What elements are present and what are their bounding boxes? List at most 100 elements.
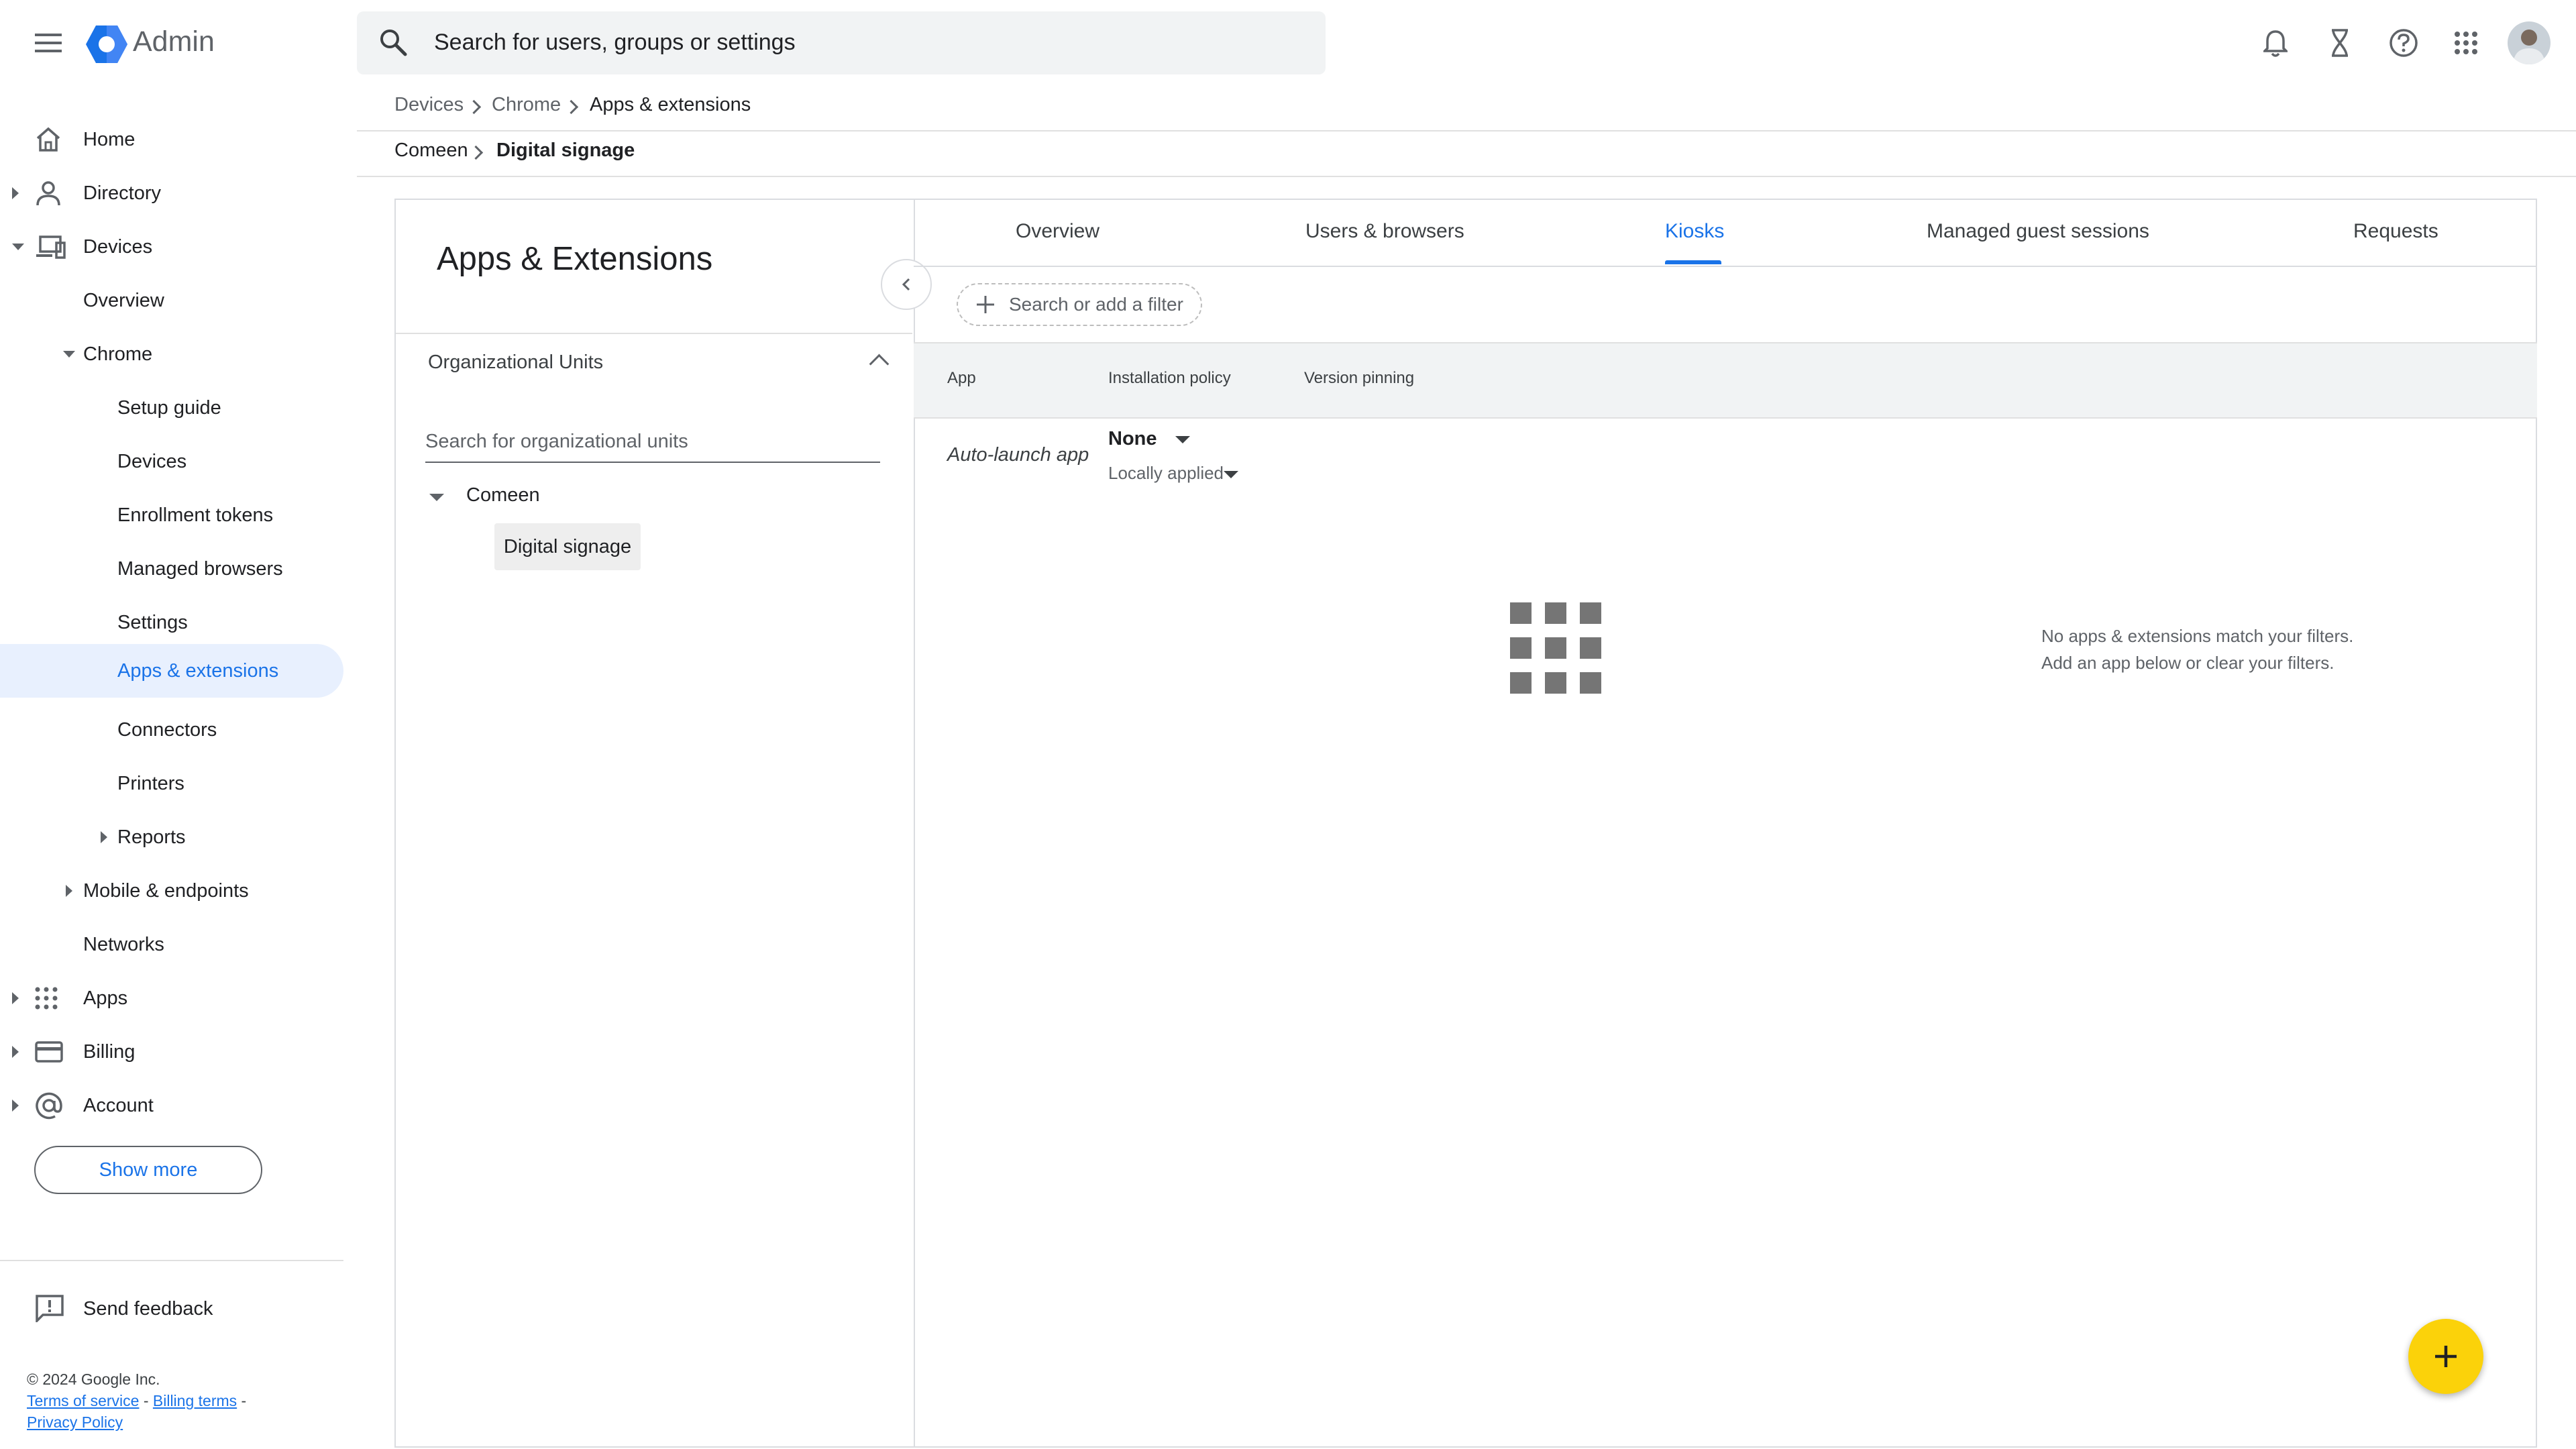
main-menu-icon[interactable] — [27, 21, 70, 64]
terms-of-service-link[interactable]: Terms of service — [27, 1392, 139, 1409]
chevron-up-icon[interactable] — [869, 354, 890, 374]
breadcrumb: Devices Chrome Apps & extensions — [357, 93, 2576, 131]
privacy-policy-link[interactable]: Privacy Policy — [27, 1413, 123, 1431]
apps-grid-icon — [35, 987, 58, 1010]
sidebar-item-devices[interactable]: Devices — [0, 220, 343, 274]
auto-launch-app-label: Auto-launch app — [947, 444, 1089, 466]
expand-arrow-icon[interactable] — [12, 187, 19, 199]
expand-arrow-icon[interactable] — [12, 1046, 19, 1058]
installation-policy-dropdown[interactable]: None — [1108, 428, 1157, 450]
devices-icon — [35, 235, 66, 259]
global-search[interactable]: Search for users, groups or settings — [357, 11, 1326, 74]
sidebar-item-networks[interactable]: Networks — [0, 918, 343, 971]
ou-breadcrumb: Comeen Digital signage — [357, 138, 2576, 177]
expand-arrow-icon[interactable] — [66, 885, 72, 897]
chevron-left-icon — [902, 278, 910, 291]
sidebar-item-reports[interactable]: Reports — [0, 810, 343, 864]
person-icon — [35, 180, 62, 207]
main-card: Apps & Extensions Organizational Units S… — [394, 199, 2537, 1448]
tab-managed-guest-sessions[interactable]: Managed guest sessions — [1927, 220, 2149, 243]
sidebar-item-label: Connectors — [117, 718, 217, 741]
sidebar-item-apps[interactable]: Apps — [0, 971, 343, 1025]
collapse-arrow-icon[interactable] — [429, 494, 444, 501]
dropdown-arrow-icon[interactable] — [1224, 471, 1238, 478]
sidebar-item-chrome-devices[interactable]: Devices — [0, 435, 343, 488]
sidebar-item-overview[interactable]: Overview — [0, 274, 343, 327]
chevron-right-icon — [564, 99, 579, 115]
sidebar-item-label: Apps — [83, 987, 128, 1009]
search-input[interactable]: Search for users, groups or settings — [434, 30, 796, 56]
tab-bar: Overview Users & browsers Kiosks Managed… — [914, 200, 2537, 267]
billing-terms-link[interactable]: Billing terms — [153, 1392, 237, 1409]
tab-users-browsers[interactable]: Users & browsers — [1305, 220, 1464, 243]
avatar[interactable] — [2508, 21, 2551, 64]
sidebar-item-label: Reports — [117, 826, 186, 848]
ou-search-input[interactable]: Search for organizational units — [425, 428, 880, 463]
app-name[interactable]: Admin — [133, 25, 215, 58]
sidebar-item-label: Overview — [83, 289, 164, 311]
footer-separator: - — [143, 1392, 149, 1409]
ou-tree-item-selected[interactable]: Digital signage — [494, 523, 641, 570]
expand-arrow-icon[interactable] — [12, 992, 19, 1004]
sidebar-item-account[interactable]: Account — [0, 1079, 343, 1132]
filter-placeholder: Search or add a filter — [1009, 294, 1183, 315]
sidebar-item-chrome[interactable]: Chrome — [0, 327, 343, 381]
sidebar-item-connectors[interactable]: Connectors — [0, 703, 343, 757]
empty-state-line-1: No apps & extensions match your filters. — [2041, 626, 2354, 646]
filter-search-chip[interactable]: Search or add a filter — [957, 283, 1202, 326]
tab-kiosks[interactable]: Kiosks — [1665, 220, 1724, 243]
sidebar-item-managed-browsers[interactable]: Managed browsers — [0, 542, 343, 596]
breadcrumb-comeen[interactable]: Comeen — [394, 140, 468, 162]
tab-requests[interactable]: Requests — [2353, 220, 2438, 243]
sidebar-item-settings[interactable]: Settings — [0, 596, 343, 649]
collapse-arrow-icon[interactable] — [12, 244, 24, 250]
breadcrumb-digital-signage: Digital signage — [496, 140, 635, 161]
sidebar-item-label: Mobile & endpoints — [83, 879, 249, 902]
sidebar-item-apps-extensions[interactable]: Apps & extensions — [0, 644, 343, 698]
chevron-right-icon — [466, 99, 482, 115]
sidebar-item-label: Apps & extensions — [117, 659, 279, 682]
sidebar-item-directory[interactable]: Directory — [0, 166, 343, 220]
ou-tree-root[interactable]: Comeen — [466, 484, 540, 506]
table-header: App Installation policy Version pinning — [914, 342, 2537, 419]
sidebar-item-mobile-endpoints[interactable]: Mobile & endpoints — [0, 864, 343, 918]
sidebar-item-home[interactable]: Home — [0, 113, 343, 166]
tab-overview[interactable]: Overview — [1016, 220, 1099, 243]
ou-search-placeholder: Search for organizational units — [425, 431, 688, 452]
collapse-arrow-icon[interactable] — [63, 351, 75, 358]
apps-grid-icon[interactable] — [2445, 21, 2487, 64]
notifications-icon[interactable] — [2254, 21, 2297, 64]
footer-separator: - — [241, 1392, 247, 1409]
sidebar-item-label: Chrome — [83, 343, 153, 365]
show-more-button[interactable]: Show more — [34, 1146, 262, 1194]
sidebar-item-enrollment-tokens[interactable]: Enrollment tokens — [0, 488, 343, 542]
active-tab-indicator — [1665, 260, 1721, 264]
help-icon[interactable] — [2382, 21, 2425, 64]
home-icon — [35, 127, 62, 152]
send-feedback-button[interactable]: Send feedback — [0, 1285, 343, 1332]
ou-section-header[interactable]: Organizational Units — [428, 352, 603, 374]
expand-arrow-icon[interactable] — [101, 831, 107, 843]
expand-arrow-icon[interactable] — [12, 1099, 19, 1112]
admin-logo-icon[interactable] — [86, 24, 127, 64]
sidebar-nav: Home Directory Devices Overview Chrome S… — [0, 101, 343, 1449]
sidebar-item-label: Managed browsers — [117, 557, 283, 580]
column-header-installation-policy: Installation policy — [1108, 369, 1231, 387]
dropdown-arrow-icon[interactable] — [1175, 436, 1190, 443]
sidebar-item-billing[interactable]: Billing — [0, 1025, 343, 1079]
policy-source-dropdown[interactable]: Locally applied — [1108, 463, 1224, 484]
feedback-icon — [35, 1294, 64, 1322]
breadcrumb-chrome[interactable]: Chrome — [492, 94, 561, 116]
sidebar-item-setup-guide[interactable]: Setup guide — [0, 381, 343, 435]
copyright: © 2024 Google Inc. — [27, 1371, 160, 1388]
sidebar-item-label: Setup guide — [117, 396, 221, 419]
at-sign-icon — [35, 1091, 63, 1120]
apps-panel: Overview Users & browsers Kiosks Managed… — [914, 200, 2537, 1446]
breadcrumb-devices[interactable]: Devices — [394, 94, 464, 116]
sidebar-item-label: Networks — [83, 933, 164, 955]
search-icon — [378, 28, 408, 57]
tasks-hourglass-icon[interactable] — [2318, 21, 2361, 64]
add-app-button[interactable] — [2408, 1319, 2483, 1394]
sidebar-item-label: Home — [83, 128, 136, 150]
sidebar-item-printers[interactable]: Printers — [0, 757, 343, 810]
